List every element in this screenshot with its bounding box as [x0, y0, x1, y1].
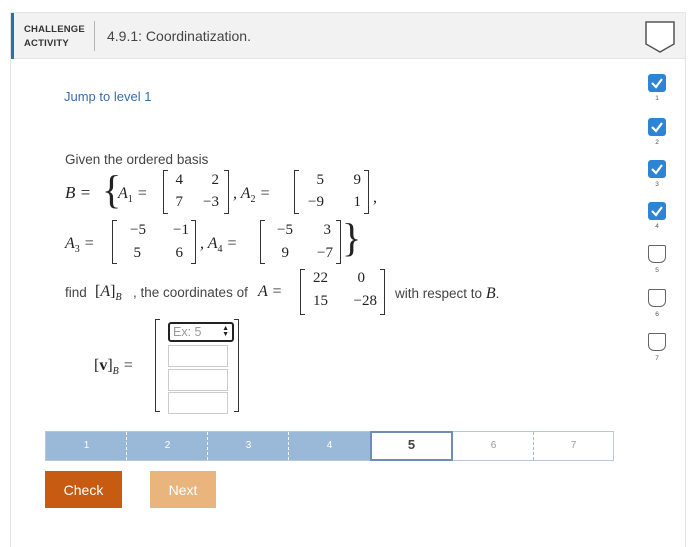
matrix-a3-label: A3 = — [65, 235, 95, 256]
set-close-brace: } — [342, 215, 362, 260]
activity-type-label: CHALLENGE ACTIVITY — [24, 24, 85, 49]
progress-level-2[interactable]: 2 — [127, 432, 208, 460]
answer-input-4[interactable] — [168, 392, 228, 414]
activity-title: 4.9.1: Coordinatization. — [107, 28, 251, 44]
jump-to-level-link[interactable]: Jump to level 1 — [64, 89, 151, 104]
level-7-shield-icon[interactable] — [648, 333, 666, 351]
answer-input-3[interactable] — [168, 369, 228, 391]
matrix-a2-label: , A2 = — [233, 185, 271, 206]
answer-input-1[interactable]: Ex: 5 ▲ ▼ — [168, 322, 234, 342]
answer-vector-label: [v]B = — [94, 357, 134, 378]
matrix-a-label: A = — [258, 283, 283, 300]
comma-separator: , — [373, 189, 377, 206]
problem-intro: Given the ordered basis — [65, 152, 209, 167]
level-1-check-icon[interactable] — [648, 74, 666, 92]
level-2-check-icon[interactable] — [648, 118, 666, 136]
next-button[interactable]: Next — [150, 471, 216, 508]
check-button[interactable]: Check — [45, 471, 122, 508]
level-6-shield-icon[interactable] — [648, 289, 666, 307]
with-respect-label: with respect to B. — [395, 285, 500, 302]
level-5-shield-icon[interactable] — [648, 245, 666, 263]
level-progress-bar: 1 2 3 4 5 6 7 — [45, 431, 614, 461]
challenge-activity-frame: CHALLENGE ACTIVITY 4.9.1: Coordinatizati… — [10, 12, 686, 547]
level-3-check-icon[interactable] — [648, 160, 666, 178]
find-label: find — [65, 285, 87, 300]
header-separator — [94, 21, 95, 51]
coordinate-vector-expr: [A]B — [95, 283, 122, 304]
matrix-a4-label: , A4 = — [200, 235, 238, 256]
spinner-arrows-icon[interactable]: ▲ ▼ — [222, 325, 229, 338]
progress-level-5-current[interactable]: 5 — [370, 431, 453, 461]
header-accent-bar — [11, 13, 14, 59]
level-4-check-icon[interactable] — [648, 202, 666, 220]
progress-level-3[interactable]: 3 — [208, 432, 289, 460]
progress-level-6[interactable]: 6 — [453, 432, 534, 460]
matrix-a1-label: A1 = — [118, 185, 148, 206]
progress-level-7[interactable]: 7 — [534, 432, 613, 460]
activity-header: CHALLENGE ACTIVITY 4.9.1: Coordinatizati… — [11, 13, 685, 59]
answer-input-2[interactable] — [168, 345, 228, 367]
completion-shield-icon — [645, 21, 675, 53]
progress-level-1[interactable]: 1 — [46, 432, 127, 460]
basis-symbol: B = — [65, 183, 92, 202]
progress-level-4[interactable]: 4 — [289, 432, 370, 460]
coordinates-of-label: , the coordinates of — [133, 285, 248, 300]
